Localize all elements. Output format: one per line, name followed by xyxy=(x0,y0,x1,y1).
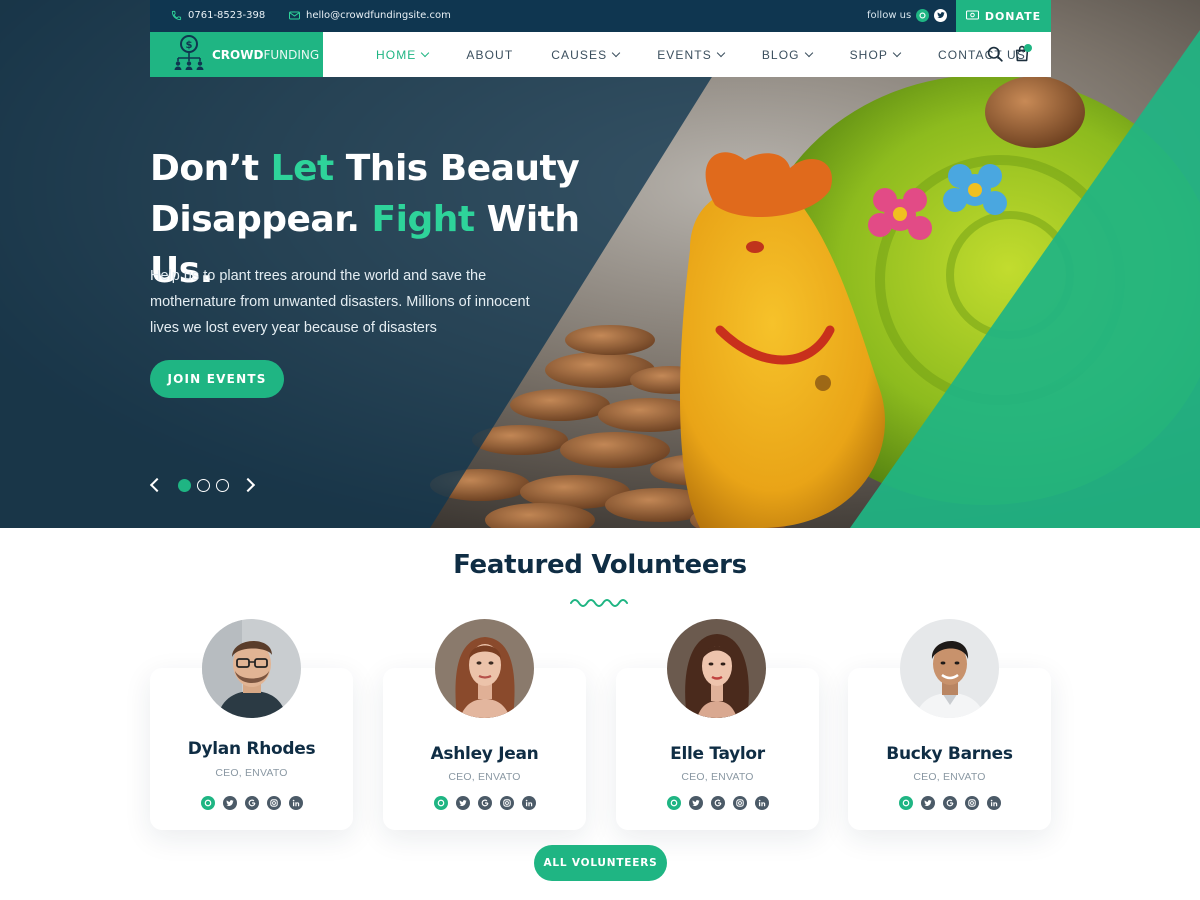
volunteer-name[interactable]: Ashley Jean xyxy=(383,744,586,764)
email-address: hello@crowdfundingsite.com xyxy=(306,9,451,21)
volunteer-role: CEO, ENVATO xyxy=(913,771,986,783)
twitter-icon[interactable] xyxy=(222,796,237,810)
section-title: Featured Volunteers xyxy=(453,550,747,580)
logo-text: CROWDFUNDING xyxy=(212,47,320,62)
chevron-down-icon xyxy=(892,48,902,57)
linkedin-icon[interactable] xyxy=(754,796,769,810)
volunteer-avatar xyxy=(667,619,766,718)
instagram-icon[interactable] xyxy=(732,796,747,810)
volunteer-avatar xyxy=(900,619,999,718)
volunteer-name[interactable]: Bucky Barnes xyxy=(848,744,1051,764)
nav-item-shop[interactable]: SHOP xyxy=(850,48,902,62)
slide-dot-1[interactable] xyxy=(178,478,191,492)
instagram-icon[interactable] xyxy=(964,796,979,810)
hero-description: Help us to plant trees around the world … xyxy=(150,268,530,336)
chevron-down-icon xyxy=(611,48,621,57)
chevron-right-icon[interactable] xyxy=(240,477,256,493)
donate-label: DONATE xyxy=(984,9,1042,23)
facebook-icon[interactable] xyxy=(916,9,930,22)
money-icon xyxy=(965,9,979,23)
twitter-icon[interactable] xyxy=(455,796,470,810)
cart-icon[interactable] xyxy=(1014,44,1032,66)
phone-contact[interactable]: 0761-8523-398 xyxy=(170,9,265,21)
volunteer-role: CEO, ENVATO xyxy=(215,767,288,779)
social-links xyxy=(848,796,1051,810)
phone-icon xyxy=(170,9,182,21)
linkedin-icon[interactable] xyxy=(521,796,536,810)
social-links xyxy=(383,796,586,810)
volunteer-name[interactable]: Elle Taylor xyxy=(616,744,819,764)
join-events-button[interactable]: JOIN EVENTS xyxy=(150,360,284,398)
linkedin-icon[interactable] xyxy=(288,796,303,810)
follow-label: follow us xyxy=(867,10,912,21)
chevron-down-icon xyxy=(421,48,430,57)
nav-item-blog[interactable]: BLOG xyxy=(762,48,813,62)
social-links xyxy=(150,796,353,810)
slider-controls xyxy=(149,474,256,496)
volunteer-avatar xyxy=(202,619,301,718)
chevron-down-icon xyxy=(716,48,726,57)
svg-text:$: $ xyxy=(186,40,193,51)
chevron-down-icon xyxy=(804,48,813,57)
volunteer-role: CEO, ENVATO xyxy=(681,771,754,783)
volunteer-avatar xyxy=(435,619,534,718)
nav-item-causes[interactable]: CAUSES xyxy=(551,48,621,62)
site-logo[interactable]: $ CROWDFUNDING xyxy=(150,32,323,77)
google-icon[interactable] xyxy=(477,796,492,810)
nav-menu: HOME ABOUT CAUSES EVENTS BLOG SHOP CONTA… xyxy=(376,32,1064,77)
hero-slider: Don’t Let This Beauty Disappear. Fight W… xyxy=(0,0,1200,528)
google-icon[interactable] xyxy=(710,796,725,810)
slide-dot-2[interactable] xyxy=(197,478,210,492)
instagram-icon[interactable] xyxy=(266,796,281,810)
facebook-icon[interactable] xyxy=(898,796,913,810)
volunteer-name[interactable]: Dylan Rhodes xyxy=(150,739,353,759)
chevron-left-icon[interactable] xyxy=(149,477,165,493)
linkedin-icon[interactable] xyxy=(986,796,1001,810)
main-navbar: $ CROWDFUNDING HOME ABOUT CAUSES EVENTS … xyxy=(150,32,1051,77)
twitter-icon[interactable] xyxy=(934,9,948,22)
nav-item-home[interactable]: HOME xyxy=(376,48,430,62)
social-links xyxy=(616,796,819,810)
twitter-icon[interactable] xyxy=(920,796,935,810)
follow-us: follow us xyxy=(867,9,948,22)
search-icon[interactable] xyxy=(987,46,1003,66)
email-contact[interactable]: hello@crowdfundingsite.com xyxy=(288,9,451,21)
nav-item-events[interactable]: EVENTS xyxy=(657,48,726,62)
google-icon[interactable] xyxy=(244,796,259,810)
twitter-icon[interactable] xyxy=(688,796,703,810)
facebook-icon[interactable] xyxy=(433,796,448,810)
nav-item-about[interactable]: ABOUT xyxy=(466,48,513,62)
crowdfunding-logo-icon: $ xyxy=(172,34,206,76)
donate-button[interactable]: DONATE xyxy=(956,0,1051,32)
wave-divider-icon xyxy=(570,599,628,607)
mail-icon xyxy=(288,9,300,21)
nav-item-contact-us[interactable]: CONTACT US xyxy=(938,48,1026,62)
phone-number: 0761-8523-398 xyxy=(188,9,266,21)
instagram-icon[interactable] xyxy=(499,796,514,810)
slide-dot-3[interactable] xyxy=(216,478,229,492)
cart-badge xyxy=(1024,44,1032,52)
google-icon[interactable] xyxy=(942,796,957,810)
volunteer-role: CEO, ENVATO xyxy=(448,771,521,783)
facebook-icon[interactable] xyxy=(666,796,681,810)
top-bar: 0761-8523-398 hello@crowdfundingsite.com… xyxy=(150,0,1051,32)
all-volunteers-button[interactable]: ALL VOLUNTEERS xyxy=(534,845,667,881)
facebook-icon[interactable] xyxy=(200,796,215,810)
